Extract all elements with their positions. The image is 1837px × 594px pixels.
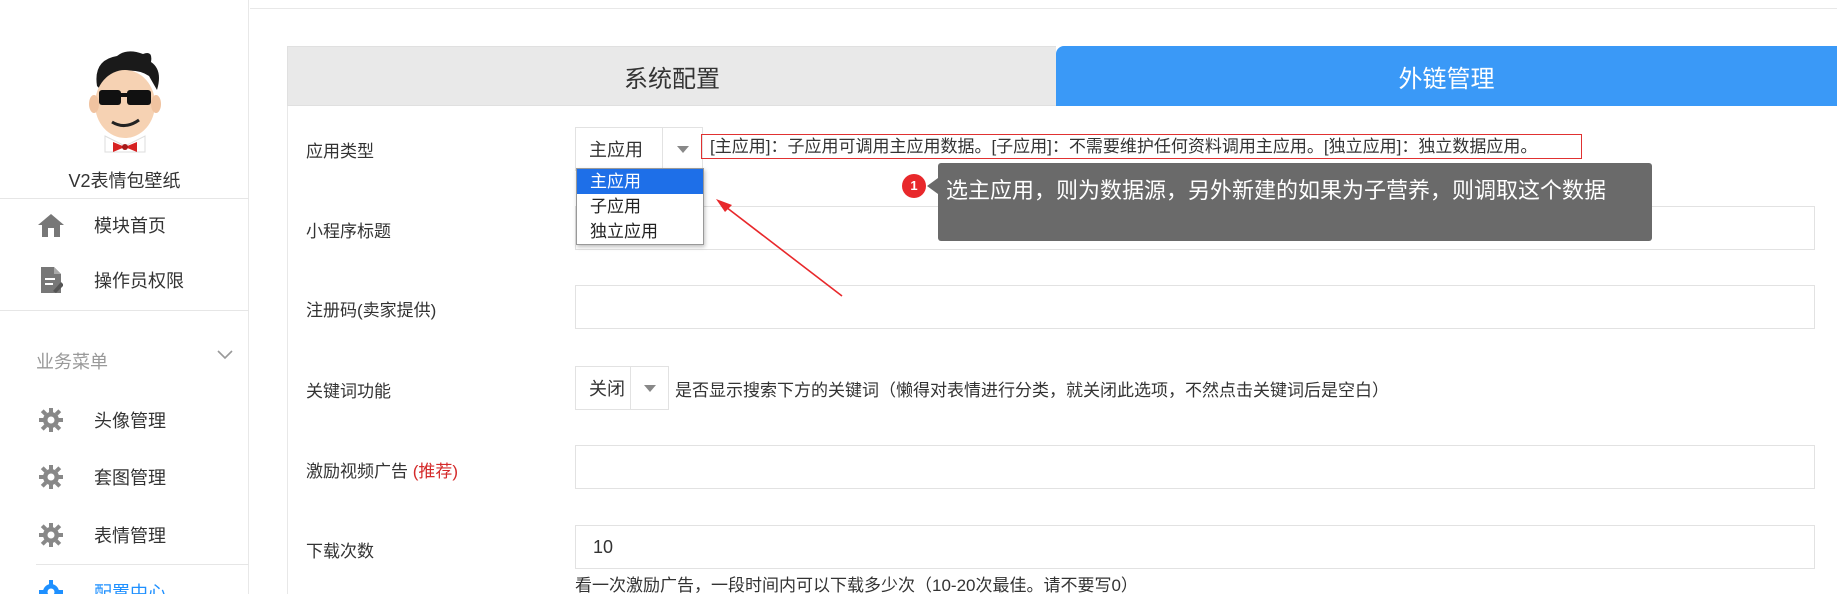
app-type-select[interactable]: 主应用 <box>575 127 703 171</box>
caret-down-icon[interactable] <box>662 128 702 170</box>
app-type-label: 应用类型 <box>306 142 374 161</box>
download-count-label: 下载次数 <box>306 542 374 561</box>
app-type-dropdown: 主应用 子应用 独立应用 <box>576 168 704 245</box>
sidebar-item-label: 头像管理 <box>94 411 166 431</box>
gear-icon <box>36 405 66 435</box>
tooltip-tail <box>927 178 938 194</box>
home-icon <box>36 210 66 240</box>
document-edit-icon <box>36 265 66 295</box>
keyword-label: 关键词功能 <box>306 382 391 401</box>
sidebar-item-label: 操作员权限 <box>94 271 184 291</box>
tab-external-link-management[interactable]: 外链管理 <box>1056 46 1837 106</box>
app-type-value: 主应用 <box>589 140 643 160</box>
caret-down-icon[interactable] <box>630 367 668 409</box>
step-badge: 1 <box>902 174 926 198</box>
tab-system-config[interactable]: 系统配置 <box>287 46 1056 106</box>
gear-icon <box>36 577 66 594</box>
sidebar-item-emoji-management[interactable]: 表情管理 <box>0 509 249 561</box>
sidebar-item-label: 模块首页 <box>94 216 166 236</box>
sidebar-item-avatar-management[interactable]: 头像管理 <box>0 394 249 446</box>
reward-ad-label-text: 激励视频广告 <box>306 462 408 481</box>
recommended-tag: (推荐) <box>412 462 459 481</box>
top-bar <box>250 0 1837 9</box>
download-count-hint: 看一次激励广告，一段时间内可以下载多少次（10-20次最佳。请不要写0） <box>575 576 1138 594</box>
sidebar-group-label: 业务菜单 <box>36 352 108 372</box>
dropdown-option-main-app[interactable]: 主应用 <box>577 169 703 194</box>
app-logo <box>79 46 169 154</box>
keyword-value: 关闭 <box>589 379 625 399</box>
reg-code-label: 注册码(卖家提供) <box>306 301 437 320</box>
gear-icon <box>36 520 66 550</box>
sidebar-item-home[interactable]: 模块首页 <box>0 199 249 251</box>
keyword-hint: 是否显示搜索下方的关键词（懒得对表情进行分类，就关闭此选项，不然点击关键词后是空… <box>675 381 1389 400</box>
sidebar-divider <box>0 310 249 311</box>
sidebar-item-label: 表情管理 <box>94 526 166 546</box>
reward-ad-label: 激励视频广告 (推荐) <box>306 457 458 482</box>
tab-bar: 系统配置 外链管理 <box>287 46 1837 106</box>
mini-title-label: 小程序标题 <box>306 222 391 241</box>
gear-icon <box>36 462 66 492</box>
sidebar-item-operator-permissions[interactable]: 操作员权限 <box>0 254 249 306</box>
annotation-tooltip: 选主应用，则为数据源，另外新建的如果为子营养，则调取这个数据 <box>938 163 1652 241</box>
dropdown-option-sub-app[interactable]: 子应用 <box>577 194 703 219</box>
sidebar-group-business-menu[interactable]: 业务菜单 <box>0 342 249 378</box>
sidebar-item-label: 配置中心 <box>94 583 166 594</box>
app-type-hint: [主应用]：子应用可调用主应用数据。[子应用]：不需要维护任何资料调用主应用。[… <box>701 134 1582 159</box>
reward-ad-input[interactable] <box>575 445 1815 489</box>
annotation-arrow <box>716 199 843 297</box>
dropdown-option-standalone-app[interactable]: 独立应用 <box>577 219 703 244</box>
sidebar-item-config-center[interactable]: 配置中心 <box>0 566 249 594</box>
sidebar: V2表情包壁纸 模块首页 操作员权限 业务菜单 头像管理 套图管理 表情管理 配… <box>0 0 249 594</box>
sidebar-item-gallery-management[interactable]: 套图管理 <box>0 451 249 503</box>
site-name: V2表情包壁纸 <box>68 171 181 191</box>
sidebar-item-label: 套图管理 <box>94 468 166 488</box>
chevron-down-icon <box>216 348 234 366</box>
keyword-select[interactable]: 关闭 <box>575 366 669 410</box>
sidebar-divider <box>36 564 249 565</box>
download-count-input[interactable]: 10 <box>575 525 1815 569</box>
